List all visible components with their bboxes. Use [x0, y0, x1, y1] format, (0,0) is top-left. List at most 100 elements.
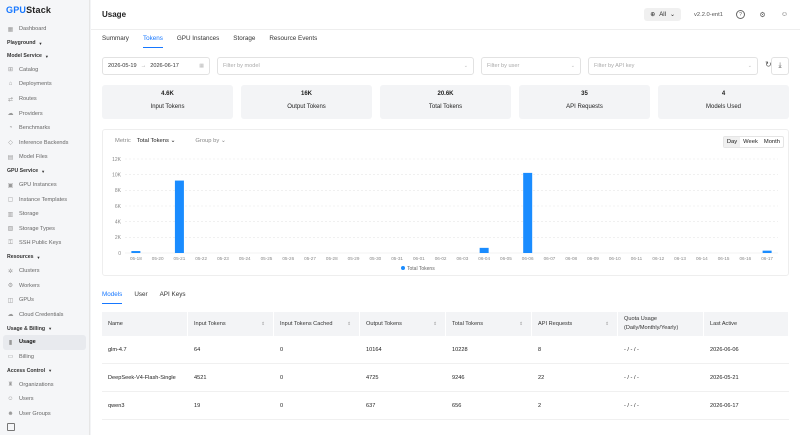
sidebar-item-gpus[interactable]: ◫ GPUs: [0, 293, 89, 308]
collapse-sidebar-icon[interactable]: [7, 423, 15, 431]
sidebar-item-label: GPU Instances: [19, 182, 57, 189]
x-tick-label: 05-20: [152, 256, 164, 261]
sidebar-item-clusters[interactable]: ✲ Clusters: [0, 264, 89, 279]
nav-group-resources[interactable]: Resources ▼: [0, 251, 89, 264]
sort-icon[interactable]: ⇕: [605, 321, 609, 327]
table-cell: 4521: [194, 374, 207, 381]
sidebar-item-benchmarks[interactable]: ◔ Benchmarks: [0, 121, 89, 136]
nav-group-model-service[interactable]: Model Service ▼: [0, 50, 89, 63]
sidebar-item-catalog[interactable]: ⊞ Catalog: [0, 63, 89, 78]
sidebar-item-storage-types[interactable]: ▧ Storage Types: [0, 222, 89, 237]
table-row[interactable]: DeepSeek-V4-Flash-Single 4521 0 4725 9246 22 -…: [102, 364, 789, 392]
model-filter-placeholder: Filter by model: [223, 63, 260, 69]
tab-storage[interactable]: Storage: [233, 34, 255, 48]
download-button[interactable]: ⤓: [771, 57, 789, 75]
table-cell: 0: [280, 346, 284, 353]
sidebar-item-label: Routes: [19, 96, 37, 103]
sidebar-item-label: Inference Backends: [19, 139, 69, 146]
column-header-output-tokens[interactable]: Output Tokens ⇕: [360, 312, 446, 336]
top-bar: Usage ⊕ All ⌄ v2.2.0-ent1 ? ⚙ ☺: [91, 0, 800, 30]
sidebar-item-routes[interactable]: ⇄ Routes: [0, 92, 89, 107]
sort-icon[interactable]: ⇕: [433, 321, 437, 327]
sidebar-item-providers[interactable]: ☁ Providers: [0, 106, 89, 121]
apikey-filter-select[interactable]: Filter by API key ⌄: [588, 57, 758, 75]
tab-summary[interactable]: Summary: [102, 34, 129, 48]
date-range-picker[interactable]: 2026-05-19 → 2026-06-17 ▦: [102, 57, 210, 75]
column-header-input-tokens-cached[interactable]: Input Tokens Cached ⇕: [274, 312, 360, 336]
x-tick-label: 06-12: [652, 256, 664, 261]
sidebar-item-dashboard[interactable]: ▦ Dashboard: [0, 22, 89, 37]
version-label: v2.2.0-ent1: [693, 11, 723, 18]
sidebar-item-instance-templates[interactable]: ▢ Instance Templates: [0, 192, 89, 207]
x-tick-label: 06-06: [522, 256, 534, 261]
table-cell: 8: [538, 346, 542, 353]
column-header-last-active: Last Active: [704, 312, 789, 336]
sidebar-item-inference-backends[interactable]: ◇ Inference Backends: [0, 136, 89, 151]
column-header-quota-usage-daily-monthly-yearly: Quota Usage (Daily/Monthly/Yearly): [618, 312, 704, 336]
period-month[interactable]: Month: [761, 137, 783, 147]
table-row[interactable]: glm-4.7 64 0 10164 10228 8 - / - / - 2026-06-06: [102, 336, 789, 364]
y-tick-label: 8K: [115, 188, 122, 194]
sidebar-item-organizations[interactable]: ♜ Organizations: [0, 377, 89, 392]
model-filter-select[interactable]: Filter by model ⌄: [217, 57, 474, 75]
x-tick-label: 06-01: [413, 256, 425, 261]
sidebar-item-users[interactable]: ☺ Users: [0, 392, 89, 407]
sidebar-item-deployments[interactable]: ⌂ Deployments: [0, 77, 89, 92]
stat-card-total-tokens: 20.6K Total Tokens: [380, 85, 511, 119]
x-tick-label: 06-16: [739, 256, 751, 261]
chart-svg: 0 2K 4K 6K 8K 10K 12K 05-18 05-20 05-21 05-22 05-23…: [112, 157, 778, 272]
period-day[interactable]: Day: [723, 137, 741, 147]
sidebar-item-storage[interactable]: ▥ Storage: [0, 207, 89, 222]
tab-gpu-instances[interactable]: GPU Instances: [177, 34, 219, 48]
user-avatar-icon[interactable]: ☺: [780, 10, 789, 19]
group-by-select[interactable]: Group by ⌄: [195, 138, 225, 144]
table-row[interactable]: qwen3 19 0 637 656 2 - / - / - 2026-06-17: [102, 392, 789, 420]
column-header-input-tokens[interactable]: Input Tokens ⇕: [188, 312, 274, 336]
tab-tokens[interactable]: Tokens: [142, 34, 163, 48]
column-header-label: Input Tokens Cached: [280, 321, 333, 327]
column-header-total-tokens[interactable]: Total Tokens ⇕: [446, 312, 532, 336]
clusters-icon: ✲: [7, 268, 14, 275]
nav-group-gpu-service[interactable]: GPU Service ▼: [0, 165, 89, 178]
sort-icon[interactable]: ⇕: [347, 321, 351, 327]
app-logo[interactable]: GPUStack: [0, 0, 89, 22]
nav-group-usage-billing[interactable]: Usage & Billing ▼: [0, 322, 89, 335]
usage-icon: ▮: [8, 339, 13, 346]
nav-group-playground[interactable]: Playground ▼: [0, 37, 89, 50]
metric-controls: Metric Total Tokens ⌄ Group by ⌄: [115, 138, 226, 144]
sort-icon[interactable]: ⇕: [261, 321, 265, 327]
stat-label: Models Used: [705, 104, 741, 110]
sidebar-item-user-groups[interactable]: ☻ User Groups: [0, 406, 89, 421]
user-filter-select[interactable]: Filter by user ⌄: [481, 57, 581, 75]
nav-group-access-control[interactable]: Access Control ▼: [0, 364, 89, 377]
date-to[interactable]: 2026-06-17: [150, 63, 179, 69]
column-header-api-requests[interactable]: API Requests ⇕: [532, 312, 618, 336]
sidebar-item-workers[interactable]: ⚙ Workers: [0, 278, 89, 293]
period-week[interactable]: Week: [740, 137, 761, 147]
scope-select[interactable]: ⊕ All ⌄: [644, 8, 681, 21]
nav-group-label: Access Control: [7, 367, 46, 374]
sidebar-item-model-files[interactable]: ▤ Model Files: [0, 150, 89, 165]
tab-resource-events[interactable]: Resource Events: [269, 34, 317, 48]
sidebar-item-billing[interactable]: ▭ Billing: [0, 350, 89, 365]
sidebar: GPUStack ▦ Dashboard Playground ▼ Model Serv…: [0, 0, 90, 435]
x-tick-label: 06-13: [674, 256, 686, 261]
sidebar-item-gpu-instances[interactable]: ▣ GPU Instances: [0, 178, 89, 193]
sidebar-item-usage[interactable]: ▮ Usage: [3, 335, 86, 350]
sort-icon[interactable]: ⇕: [519, 321, 523, 327]
gear-icon[interactable]: ⚙: [758, 10, 767, 19]
table-cell: glm-4.7: [108, 346, 127, 353]
catalog-icon: ⊞: [7, 67, 14, 74]
subtab-api-keys[interactable]: API Keys: [160, 291, 186, 304]
subtab-user[interactable]: User: [134, 291, 147, 304]
sidebar-item-ssh-public-keys[interactable]: ⚿ SSH Public Keys: [0, 236, 89, 251]
date-from[interactable]: 2026-05-19: [108, 63, 137, 69]
help-icon[interactable]: ?: [736, 10, 745, 19]
chevron-down-icon: ▼: [48, 368, 53, 374]
subtab-models[interactable]: Models: [102, 291, 123, 304]
metric-select[interactable]: Total Tokens ⌄: [137, 138, 176, 144]
sidebar-item-cloud-credentials[interactable]: ☁ Cloud Credentials: [0, 308, 89, 323]
bar-05-21: [174, 180, 184, 253]
x-tick-label: 06-02: [435, 256, 447, 261]
sidebar-item-label: Billing: [19, 353, 34, 360]
